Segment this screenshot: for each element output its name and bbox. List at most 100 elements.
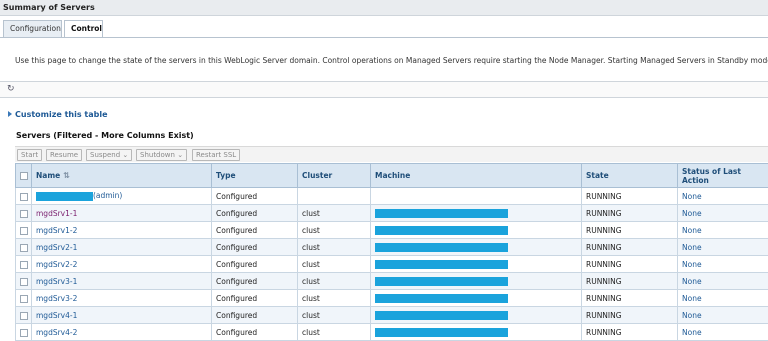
start-button[interactable]: Start bbox=[17, 149, 42, 161]
server-name-link[interactable]: mgdSrv3-1 bbox=[36, 277, 77, 286]
server-type-cell: Configured bbox=[212, 239, 298, 256]
server-cluster-cell: clust bbox=[298, 205, 371, 222]
table-header-row: Name⇅ Type Cluster Machine State Status … bbox=[16, 164, 768, 188]
row-checkbox[interactable] bbox=[20, 278, 28, 286]
server-cluster-cell bbox=[298, 188, 371, 205]
redacted-machine bbox=[375, 260, 508, 269]
servers-table: Name⇅ Type Cluster Machine State Status … bbox=[15, 163, 768, 341]
server-state-cell: RUNNING bbox=[582, 256, 678, 273]
column-header-machine[interactable]: Machine bbox=[371, 164, 582, 188]
row-select-cell bbox=[16, 188, 32, 205]
suspend-label: Suspend bbox=[90, 151, 120, 159]
table-row: mgdSrv1-2 Configured clust RUNNING None bbox=[16, 222, 768, 239]
column-header-label: Name bbox=[36, 171, 60, 180]
tab-control[interactable]: Control bbox=[64, 20, 103, 38]
column-header-cluster[interactable]: Cluster bbox=[298, 164, 371, 188]
column-header-status[interactable]: Status of Last Action bbox=[678, 164, 768, 188]
status-link[interactable]: None bbox=[682, 311, 702, 320]
server-name-cell: mgdSrv4-1 bbox=[32, 307, 212, 324]
tab-divider bbox=[0, 37, 768, 38]
server-state-cell: RUNNING bbox=[582, 239, 678, 256]
restart-ssl-button[interactable]: Restart SSL bbox=[192, 149, 240, 161]
row-checkbox[interactable] bbox=[20, 227, 28, 235]
server-state-cell: RUNNING bbox=[582, 307, 678, 324]
status-link[interactable]: None bbox=[682, 243, 702, 252]
server-status-cell: None bbox=[678, 188, 768, 205]
expand-triangle-icon bbox=[8, 111, 12, 117]
row-select-cell bbox=[16, 205, 32, 222]
server-name-link[interactable]: mgdSrv2-2 bbox=[36, 260, 77, 269]
chevron-down-icon: ⌄ bbox=[122, 151, 128, 159]
server-name-link[interactable]: mgdSrv2-1 bbox=[36, 243, 77, 252]
table-row: mgdSrv3-2 Configured clust RUNNING None bbox=[16, 290, 768, 307]
status-link[interactable]: None bbox=[682, 294, 702, 303]
row-checkbox[interactable] bbox=[20, 261, 28, 269]
shutdown-label: Shutdown bbox=[140, 151, 175, 159]
table-row: mgdSrv4-1 Configured clust RUNNING None bbox=[16, 307, 768, 324]
status-link[interactable]: None bbox=[682, 260, 702, 269]
server-type-cell: Configured bbox=[212, 205, 298, 222]
row-checkbox[interactable] bbox=[20, 295, 28, 303]
row-select-cell bbox=[16, 290, 32, 307]
sort-icon[interactable]: ⇅ bbox=[63, 171, 70, 180]
table-row: mgdSrv3-1 Configured clust RUNNING None bbox=[16, 273, 768, 290]
status-link[interactable]: None bbox=[682, 192, 702, 201]
server-status-cell: None bbox=[678, 205, 768, 222]
select-all-header[interactable] bbox=[16, 164, 32, 188]
server-machine-cell bbox=[371, 222, 582, 239]
redacted-machine bbox=[375, 277, 508, 286]
customize-label: Customize this table bbox=[15, 110, 108, 119]
server-state-cell: RUNNING bbox=[582, 222, 678, 239]
server-cluster-cell: clust bbox=[298, 307, 371, 324]
server-name-link[interactable]: mgdSrv4-2 bbox=[36, 328, 77, 337]
status-link[interactable]: None bbox=[682, 328, 702, 337]
row-checkbox[interactable] bbox=[20, 329, 28, 337]
column-header-name[interactable]: Name⇅ bbox=[32, 164, 212, 188]
server-name-cell: mgdSrv1-1 bbox=[32, 205, 212, 222]
redacted-machine bbox=[375, 311, 508, 320]
status-link[interactable]: None bbox=[682, 226, 702, 235]
server-status-cell: None bbox=[678, 256, 768, 273]
suspend-button[interactable]: Suspend ⌄ bbox=[86, 149, 132, 161]
server-status-cell: None bbox=[678, 290, 768, 307]
server-name-cell: mgdSrv3-1 bbox=[32, 273, 212, 290]
server-name-cell: mgdSrv2-1 bbox=[32, 239, 212, 256]
column-header-type[interactable]: Type bbox=[212, 164, 298, 188]
customize-table-link[interactable]: Customize this table bbox=[8, 110, 108, 119]
server-state-cell: RUNNING bbox=[582, 273, 678, 290]
row-checkbox[interactable] bbox=[20, 312, 28, 320]
server-name-cell: mgdSrv1-2 bbox=[32, 222, 212, 239]
row-checkbox[interactable] bbox=[20, 244, 28, 252]
table-row: mgdSrv1-1 Configured clust RUNNING None bbox=[16, 205, 768, 222]
row-checkbox[interactable] bbox=[20, 210, 28, 218]
resume-button[interactable]: Resume bbox=[46, 149, 82, 161]
page-title: Summary of Servers bbox=[0, 0, 768, 16]
table-title: Servers (Filtered - More Columns Exist) bbox=[16, 131, 194, 140]
server-state-cell: RUNNING bbox=[582, 290, 678, 307]
shutdown-button[interactable]: Shutdown ⌄ bbox=[136, 149, 187, 161]
row-checkbox[interactable] bbox=[20, 193, 28, 201]
row-select-cell bbox=[16, 239, 32, 256]
server-machine-cell bbox=[371, 205, 582, 222]
server-state-cell: RUNNING bbox=[582, 188, 678, 205]
row-select-cell bbox=[16, 222, 32, 239]
refresh-bar: ↻ bbox=[0, 81, 768, 98]
server-name-link[interactable]: mgdSrv4-1 bbox=[36, 311, 77, 320]
column-header-state[interactable]: State bbox=[582, 164, 678, 188]
server-name-link[interactable]: mgdSrv3-2 bbox=[36, 294, 77, 303]
table-toolbar: Start Resume Suspend ⌄ Shutdown ⌄ Restar… bbox=[15, 146, 768, 162]
server-name-cell: (admin) bbox=[32, 188, 212, 205]
redacted-machine bbox=[375, 294, 508, 303]
tab-configuration[interactable]: Configuration bbox=[3, 20, 62, 37]
refresh-icon[interactable]: ↻ bbox=[7, 85, 16, 94]
server-type-cell: Configured bbox=[212, 290, 298, 307]
server-name-link[interactable]: mgdSrv1-2 bbox=[36, 226, 77, 235]
server-name-link[interactable]: mgdSrv1-1 bbox=[36, 209, 77, 218]
chevron-down-icon: ⌄ bbox=[177, 151, 183, 159]
row-select-cell bbox=[16, 273, 32, 290]
server-name-link[interactable]: (admin) bbox=[93, 191, 122, 200]
select-all-checkbox[interactable] bbox=[20, 172, 28, 180]
status-link[interactable]: None bbox=[682, 209, 702, 218]
server-cluster-cell: clust bbox=[298, 256, 371, 273]
status-link[interactable]: None bbox=[682, 277, 702, 286]
